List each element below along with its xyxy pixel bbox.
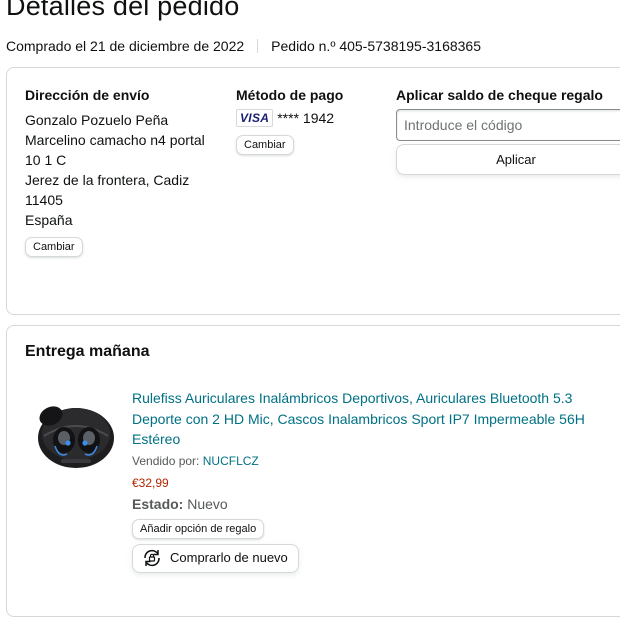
- change-payment-button[interactable]: Cambiar: [236, 135, 294, 155]
- address-line: 11405: [25, 192, 63, 208]
- delivery-card: Entrega mañana Rulefiss Auriculares Inal…: [6, 325, 620, 617]
- shipping-address-section: Dirección de envío Gonzalo Pozuelo Peña …: [25, 85, 205, 257]
- product-title-link[interactable]: Rulefiss Auriculares Inalámbricos Deport…: [132, 388, 602, 450]
- address-line: Marcelino camacho n4 portal: [25, 132, 205, 148]
- seller-link[interactable]: NUCFLCZ: [203, 454, 259, 468]
- gift-card-section: Aplicar saldo de cheque regalo Aplicar: [396, 85, 620, 175]
- order-number: Pedido n.º 405-5738195-3168365: [271, 38, 482, 54]
- payment-heading: Método de pago: [236, 87, 344, 103]
- order-meta: Comprado el 21 de diciembre de 2022 Pedi…: [6, 38, 481, 54]
- buy-again-icon: [144, 549, 160, 567]
- address-line: España: [25, 212, 73, 228]
- delivery-heading: Entrega mañana: [25, 343, 150, 360]
- wireless-earbuds-image[interactable]: [31, 388, 121, 478]
- address-line: 10 1 C: [25, 152, 67, 168]
- change-address-button[interactable]: Cambiar: [25, 237, 83, 257]
- seller-label: Vendido por:: [132, 453, 200, 468]
- seller-info: Vendido por: NUCFLCZ: [132, 451, 602, 471]
- add-gift-option-button[interactable]: Añadir opción de regalo: [132, 518, 265, 539]
- gift-code-input[interactable]: [396, 109, 620, 141]
- page-title: Detalles del pedido: [6, 0, 240, 21]
- buy-again-button[interactable]: Comprarlo de nuevo: [132, 543, 299, 573]
- condition-label: Estado:: [132, 495, 184, 512]
- order-summary-card: Dirección de envío Gonzalo Pozuelo Peña …: [6, 67, 620, 315]
- payment-method-section: Método de pago VISA **** 1942 Cambiar: [236, 85, 343, 155]
- product-details: Rulefiss Auriculares Inalámbricos Deport…: [132, 388, 602, 574]
- order-date: Comprado el 21 de diciembre de 2022: [6, 38, 245, 54]
- card-number: **** 1942: [277, 110, 335, 126]
- shipping-heading: Dirección de envío: [25, 87, 150, 103]
- address-line: Jerez de la frontera, Cadiz: [25, 172, 190, 188]
- divider: [257, 39, 259, 53]
- product-price: €32,99: [132, 475, 169, 490]
- condition-value: Nuevo: [187, 495, 228, 512]
- apply-button[interactable]: Aplicar: [396, 144, 620, 175]
- gift-card-heading: Aplicar saldo de cheque regalo: [396, 87, 603, 103]
- buy-again-label: Comprarlo de nuevo: [170, 550, 288, 565]
- product-condition: Estado: Nuevo: [132, 494, 602, 514]
- address-line: Gonzalo Pozuelo Peña: [25, 112, 169, 128]
- visa-card-icon: VISA: [236, 109, 274, 127]
